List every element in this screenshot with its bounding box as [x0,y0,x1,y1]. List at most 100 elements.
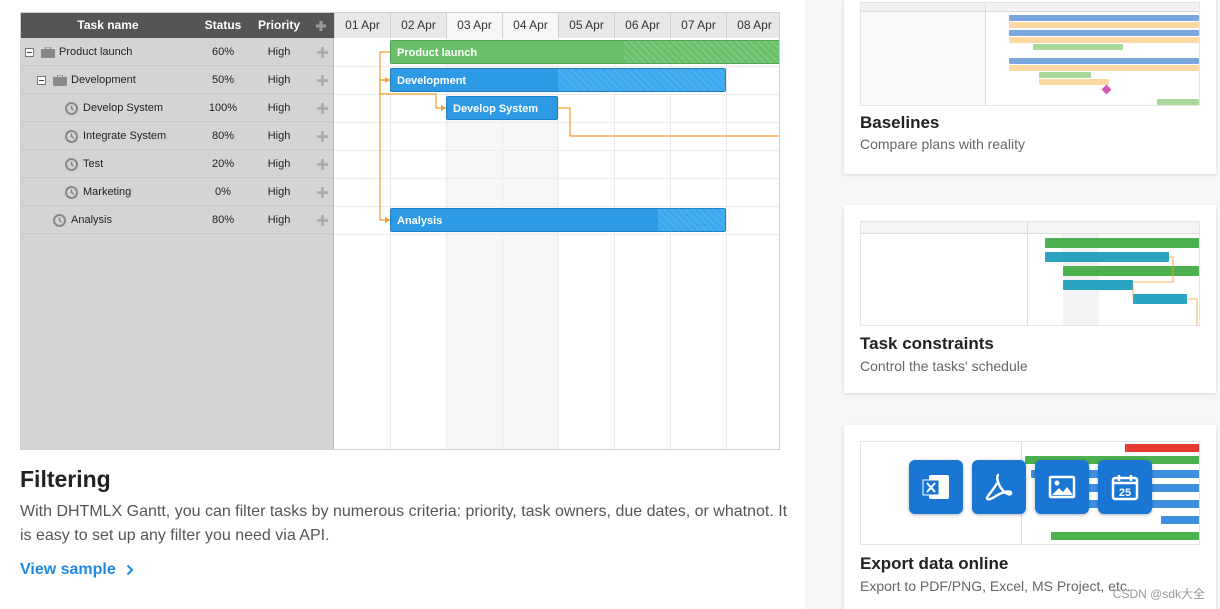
view-sample-label: View sample [20,561,116,578]
task-row[interactable]: Test 20% High [21,150,334,178]
add-subtask-button[interactable] [310,66,334,94]
feature-card-task-constraints[interactable]: Task constraints Control the tasks' sche… [844,205,1216,393]
scale-cell: 03 Apr [446,13,502,38]
collapse-toggle[interactable] [37,66,46,94]
column-header-task-name[interactable]: Task name [21,13,195,38]
task-row[interactable]: Development 50% High [21,66,334,94]
collapse-toggle[interactable] [25,38,34,66]
scale-cell: 05 Apr [558,13,614,38]
mini-bar [1009,58,1199,64]
gantt-bar-development[interactable]: Development [390,68,726,92]
add-task-header-button[interactable] [307,13,334,38]
feature-card-baselines[interactable]: Baselines Compare plans with reality [844,0,1216,174]
task-row[interactable]: Develop System 100% High [21,94,334,122]
pdf-export-icon[interactable] [972,460,1026,514]
scale-cell: 01 Apr [334,13,390,38]
mini-bar [1051,532,1199,540]
add-subtask-button[interactable] [310,94,334,122]
excel-export-icon[interactable] [909,460,963,514]
mini-bar [1125,444,1199,452]
briefcase-icon [53,66,67,94]
clock-icon [65,94,78,122]
scale-cell: 08 Apr [726,13,779,38]
card-subtitle: Export to PDF/PNG, Excel, MS Project, et… [860,578,1131,594]
scale-cell: 06 Apr [614,13,670,38]
bar-label: Analysis [397,215,443,227]
column-header-status[interactable]: Status [195,13,251,38]
view-sample-link[interactable]: View sample [20,561,134,579]
gantt-bar-analysis[interactable]: Analysis [390,208,726,232]
plus-icon [316,102,328,114]
task-priority: High [267,46,291,58]
bar-label: Development [397,75,467,87]
ms-project-export-icon[interactable]: 25 [1098,460,1152,514]
gantt-bar-product-launch[interactable]: Product launch [390,40,779,64]
milestone-diamond [1101,84,1112,95]
task-row[interactable]: Product launch 60% High [21,38,334,66]
gantt-chart-demo[interactable]: Task name Status Priority 01 Apr 02 Apr … [20,12,780,450]
plus-icon [316,46,328,58]
plus-icon [316,214,328,226]
baselines-thumbnail [860,2,1200,106]
card-title: Task constraints [860,334,994,353]
task-priority: High [267,102,291,114]
gantt-bar-develop-system[interactable]: Develop System [446,96,558,120]
task-priority: High [267,186,291,198]
page: Task name Status Priority 01 Apr 02 Apr … [0,0,1220,609]
section-title: Filtering [20,466,111,492]
plus-icon [316,130,328,142]
task-name: Develop System [83,102,164,114]
add-subtask-button[interactable] [310,178,334,206]
section-description: With DHTMLX Gantt, you can filter tasks … [20,503,788,544]
card-title: Baselines [860,113,940,132]
task-status: 50% [211,74,235,86]
clock-icon [65,150,78,178]
task-row[interactable]: Analysis 80% High [21,206,334,234]
task-name: Integrate System [83,130,167,142]
task-name: Test [83,158,104,170]
plus-icon [316,186,328,198]
plus-icon [316,158,328,170]
task-row[interactable]: Integrate System 80% High [21,122,334,150]
scale-cell: 04 Apr [502,13,558,38]
clock-icon [65,178,78,206]
task-name: Marketing [83,186,132,198]
chevron-right-icon [126,564,134,576]
mini-bar [1009,15,1199,21]
add-subtask-button[interactable] [310,122,334,150]
minus-box-icon [25,47,34,57]
briefcase-icon [41,38,55,66]
task-status: 80% [211,130,235,142]
task-row[interactable]: Marketing 0% High [21,178,334,206]
watermark: CSDN @sdk大全 [1112,587,1205,601]
task-name: Product launch [59,46,133,58]
thumb-header [861,3,1199,12]
column-header-priority[interactable]: Priority [251,13,307,38]
mini-bar [1009,30,1199,36]
add-subtask-button[interactable] [310,150,334,178]
gantt-timeline: Product launch Development Develop Syste… [334,38,779,449]
task-status: 60% [211,46,235,58]
feature-card-export[interactable]: 25 Export data online Export to PDF/PNG,… [844,425,1216,609]
mini-bar [1033,44,1123,50]
add-subtask-button[interactable] [310,38,334,66]
task-constraints-thumbnail [860,221,1200,326]
image-export-icon[interactable] [1035,460,1089,514]
mini-bar [1009,65,1199,71]
mini-bar [1009,37,1199,43]
mini-bar [1039,79,1109,85]
export-thumbnail: 25 [860,441,1200,545]
feature-cards-column: Baselines Compare plans with reality Tas… [805,0,1220,609]
card-subtitle: Compare plans with reality [860,136,1025,152]
plus-icon [316,74,328,86]
task-priority: High [267,74,291,86]
mini-bar [1161,516,1199,524]
task-status: 100% [208,102,238,114]
add-subtask-button[interactable] [310,206,334,234]
task-status: 0% [215,186,231,198]
task-priority: High [267,214,291,226]
mini-bar [1157,99,1199,105]
mini-bar [1009,22,1199,28]
thumb-divider [985,3,986,105]
gantt-header: Task name Status Priority 01 Apr 02 Apr … [21,13,779,38]
